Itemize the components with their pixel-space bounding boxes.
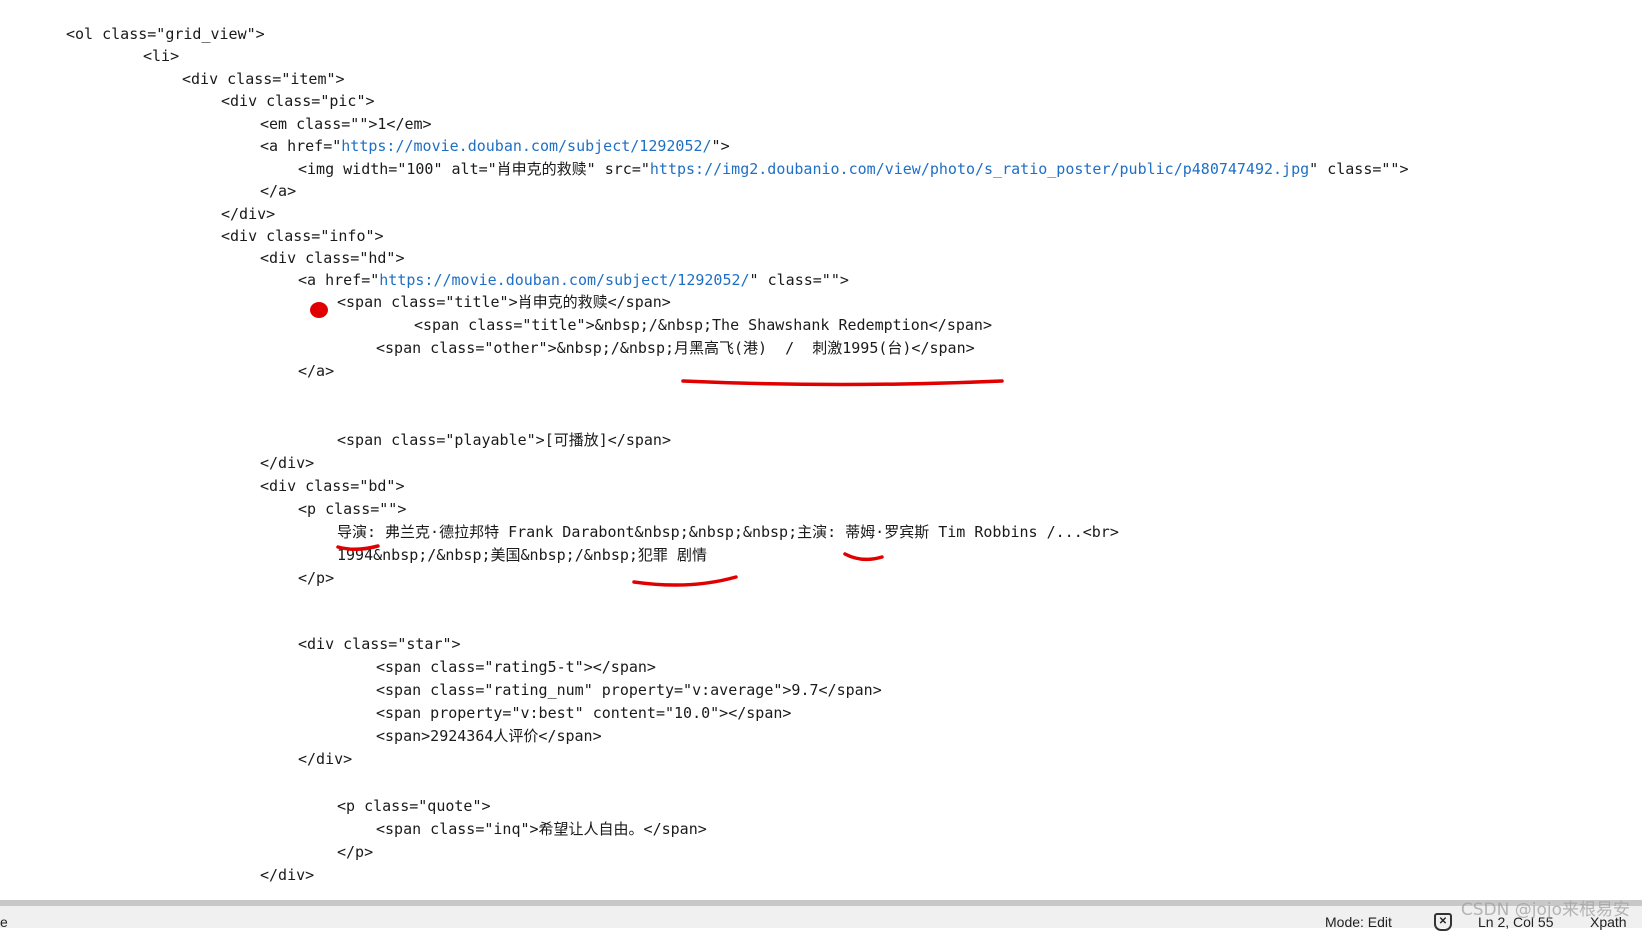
code-line: <span class="rating_num" property="v:ave… [376, 681, 882, 699]
code-line: 1994&nbsp;/&nbsp;美国&nbsp;/&nbsp;犯罪 剧情 [337, 546, 707, 564]
code-text: " class=""> [749, 271, 849, 289]
shield-x-icon[interactable]: ✕ [1434, 913, 1452, 931]
code-line: <div class="hd"> [260, 249, 405, 267]
code-line: <p class=""> [298, 500, 407, 518]
code-line: <a href="https://movie.douban.com/subjec… [260, 135, 730, 158]
code-line: <div class="pic"> [221, 92, 375, 110]
code-line: <div class="item"> [182, 70, 345, 88]
code-line: <a href="https://movie.douban.com/subjec… [298, 269, 849, 292]
code-line: <span class="rating5-t"></span> [376, 658, 656, 676]
code-line: <li> [143, 47, 180, 65]
code-line: <em class="">1</em> [260, 115, 432, 133]
code-line: </div> [260, 454, 315, 472]
code-line: </div> [221, 205, 276, 223]
underline-annotation [681, 379, 1004, 387]
code-line: <div class="info"> [221, 227, 384, 245]
code-text: <img width="100" alt="肖申克的救赎" src=" [298, 160, 650, 178]
csdn-watermark: CSDN @jojo来根易安 [1460, 900, 1630, 920]
code-line: <p class="quote"> [337, 797, 491, 815]
underline-annotation [843, 552, 884, 562]
code-line: </div> [298, 750, 353, 768]
code-line: </a> [298, 362, 335, 380]
code-line: <img width="100" alt="肖申克的救赎" src="https… [298, 158, 1409, 181]
code-line: </p> [298, 569, 335, 587]
code-line: <div class="bd"> [260, 477, 405, 495]
code-line: </p> [337, 843, 374, 861]
code-line: <span>2924364人评价</span> [376, 727, 602, 745]
status-bar: e Mode: Edit ✕ Ln 2, Col 55 Xpath [0, 900, 1642, 931]
code-text: <a href=" [260, 137, 342, 155]
code-line: <span class="title">肖申克的救赎</span> [337, 293, 671, 311]
code-line: <span class="playable">[可播放]</span> [337, 431, 671, 449]
code-line: <span class="inq">希望让人自由。</span> [376, 820, 707, 838]
code-line: <ol class="grid_view"> [66, 25, 265, 43]
code-text: <a href=" [298, 271, 380, 289]
code-text: " class=""> [1309, 160, 1409, 178]
red-annotations [310, 302, 1004, 587]
url-link[interactable]: https://img2.doubanio.com/view/photo/s_r… [650, 160, 1309, 178]
url-link[interactable]: https://movie.douban.com/subject/1292052… [341, 137, 711, 155]
code-line: <span class="other">&nbsp;/&nbsp;月黑高飞(港)… [376, 339, 975, 357]
red-dot-annotation [310, 302, 328, 318]
code-line: 导演: 弗兰克·德拉邦特 Frank Darabont&nbsp;&nbsp;&… [337, 523, 1119, 541]
code-text: "> [711, 137, 730, 155]
code-line: <div class="star"> [298, 635, 461, 653]
code-line: <span property="v:best" content="10.0"><… [376, 704, 792, 722]
code-editor[interactable]: <ol class="grid_view"> <li> <div class="… [0, 0, 1642, 900]
url-link[interactable]: https://movie.douban.com/subject/1292052… [379, 271, 749, 289]
code-line: <span class="title">&nbsp;/&nbsp;The Sha… [414, 316, 992, 334]
underline-annotation [632, 575, 738, 587]
code-line: </a> [260, 182, 297, 200]
code-line: </div> [260, 866, 315, 884]
